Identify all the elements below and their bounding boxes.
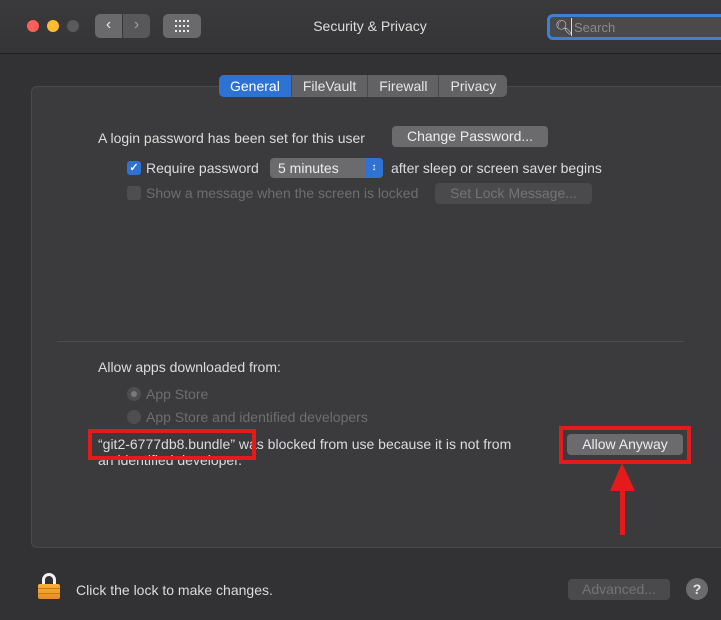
radio-identified-developers[interactable] — [127, 410, 141, 424]
help-button[interactable]: ? — [686, 578, 708, 600]
blocked-message-rest: was blocked from use because it is not f… — [235, 436, 512, 452]
zoom-window-button[interactable] — [67, 20, 79, 32]
select-value: 5 minutes — [278, 160, 339, 176]
require-password-checkbox[interactable]: ✓ — [127, 161, 141, 175]
tab-firewall[interactable]: Firewall — [368, 75, 440, 97]
checkmark-icon: ✓ — [129, 162, 139, 174]
annotation-arrow-head — [610, 463, 635, 491]
search-field[interactable]: 🔍︎ — [547, 14, 721, 40]
chevron-right-icon: › — [133, 16, 140, 33]
require-password-delay-select[interactable]: 5 minutes ↕ — [270, 158, 383, 178]
login-password-text: A login password has been set for this u… — [98, 130, 365, 146]
section-divider — [57, 341, 684, 342]
change-password-button[interactable]: Change Password... — [392, 126, 548, 147]
radio-identified-developers-label: App Store and identified developers — [146, 409, 368, 425]
grid-icon — [174, 20, 190, 32]
back-button[interactable]: ‹ — [95, 14, 122, 38]
tab-general[interactable]: General — [219, 75, 292, 97]
lock-icon[interactable] — [38, 573, 60, 599]
minimize-window-button[interactable] — [47, 20, 59, 32]
chevron-left-icon: ‹ — [105, 16, 112, 33]
tab-privacy[interactable]: Privacy — [439, 75, 507, 97]
forward-button[interactable]: › — [123, 14, 150, 38]
radio-app-store-label: App Store — [146, 386, 209, 402]
window-title: Security & Privacy — [313, 18, 427, 34]
tab-bar: General FileVault Firewall Privacy — [219, 75, 508, 97]
show-message-label: Show a message when the screen is locked — [146, 185, 419, 201]
after-sleep-text: after sleep or screen saver begins — [391, 160, 602, 176]
up-down-arrows-icon: ↕ — [365, 158, 383, 178]
tab-filevault[interactable]: FileVault — [292, 75, 369, 97]
lock-text: Click the lock to make changes. — [76, 582, 273, 598]
require-password-label: Require password — [146, 160, 259, 176]
annotation-arrow-shaft — [620, 490, 625, 535]
close-window-button[interactable] — [27, 20, 39, 32]
annotation-box-allow-anyway — [559, 426, 691, 464]
show-message-checkbox[interactable] — [127, 186, 141, 200]
set-lock-message-button[interactable]: Set Lock Message... — [435, 183, 592, 204]
advanced-button[interactable]: Advanced... — [568, 579, 670, 600]
title-bar: ‹ › Security & Privacy 🔍︎ — [0, 0, 721, 54]
annotation-box-bundle — [88, 429, 256, 460]
search-input[interactable] — [571, 18, 711, 36]
allow-apps-heading: Allow apps downloaded from: — [98, 359, 281, 375]
radio-app-store[interactable] — [127, 387, 141, 401]
show-all-button[interactable] — [163, 14, 201, 38]
security-privacy-window: ‹ › Security & Privacy 🔍︎ General FileVa… — [0, 0, 721, 620]
